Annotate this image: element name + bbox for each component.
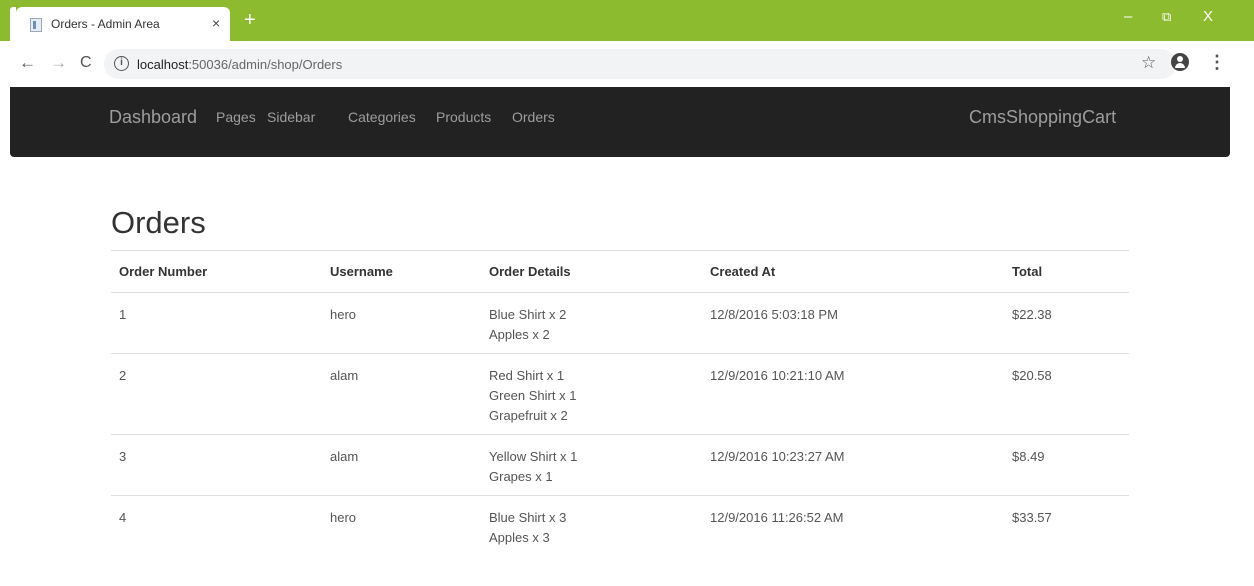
order-detail-line: Grapefruit x 2 — [489, 408, 568, 423]
order-number-cell: 4 — [111, 495, 322, 556]
nav-link-orders[interactable]: Orders — [512, 109, 555, 125]
nav-link-categories[interactable]: Categories — [348, 109, 416, 125]
kebab-menu-icon[interactable]: ⋮ — [1208, 52, 1226, 72]
site-navbar: Dashboard Pages Sidebar Categories Produ… — [10, 87, 1230, 157]
page-title: Orders — [111, 205, 206, 240]
nav-link-pages[interactable]: Pages — [216, 109, 256, 125]
order-detail-line: Grapes x 1 — [489, 469, 553, 484]
tab-close-icon[interactable]: × — [212, 16, 220, 30]
total-cell: $33.57 — [1004, 495, 1129, 556]
new-tab-button[interactable]: + — [244, 10, 256, 30]
header-order-number: Order Number — [111, 250, 322, 293]
order-detail-line: Blue Shirt x 2 — [489, 307, 567, 322]
header-created-at: Created At — [702, 250, 1004, 293]
username-cell: hero — [322, 292, 481, 354]
header-order-details: Order Details — [481, 250, 702, 293]
created-at-cell: 12/9/2016 10:21:10 AM — [702, 353, 1004, 435]
star-icon[interactable]: ☆ — [1141, 54, 1156, 72]
header-username: Username — [322, 250, 481, 293]
header-total: Total — [1004, 250, 1129, 293]
username-cell: alam — [322, 353, 481, 435]
reload-icon[interactable]: C — [80, 54, 92, 72]
browser-tab[interactable]: Orders - Admin Area × — [16, 7, 230, 41]
total-cell: $20.58 — [1004, 353, 1129, 435]
username-cell: alam — [322, 434, 481, 496]
table-header-row: Order Number Username Order Details Crea… — [111, 250, 1129, 293]
nav-link-products[interactable]: Products — [436, 109, 491, 125]
address-bar[interactable]: i localhost:50036/admin/shop/Orders — [104, 49, 1176, 79]
browser-toolbar: ← → C i localhost:50036/admin/shop/Order… — [0, 41, 1254, 87]
table-row: 2 alam Red Shirt x 1 Green Shirt x 1 Gra… — [111, 353, 1129, 435]
site-name-link[interactable]: CmsShoppingCart — [969, 107, 1116, 128]
page-favicon-icon — [30, 18, 42, 32]
url-path: :50036/admin/shop/Orders — [188, 57, 343, 72]
info-icon[interactable]: i — [114, 56, 129, 71]
order-detail-line: Yellow Shirt x 1 — [489, 449, 578, 464]
window-minimize-button[interactable]: – — [1124, 8, 1132, 26]
nav-link-sidebar[interactable]: Sidebar — [267, 109, 315, 125]
browser-titlebar: Orders - Admin Area × + – ⧉ X — [0, 0, 1254, 41]
table-row: 4 hero Blue Shirt x 3 Apples x 3 12/9/20… — [111, 495, 1129, 556]
order-details-cell: Blue Shirt x 3 Apples x 3 — [481, 495, 702, 556]
tab-title: Orders - Admin Area — [51, 17, 160, 31]
created-at-cell: 12/9/2016 11:26:52 AM — [702, 495, 1004, 556]
window-restore-button[interactable]: ⧉ — [1162, 8, 1171, 26]
window-close-button[interactable]: X — [1203, 8, 1213, 26]
order-details-cell: Blue Shirt x 2 Apples x 2 — [481, 292, 702, 354]
order-number-cell: 3 — [111, 434, 322, 496]
table-row: 3 alam Yellow Shirt x 1 Grapes x 1 12/9/… — [111, 434, 1129, 496]
order-detail-line: Red Shirt x 1 — [489, 368, 565, 383]
order-number-cell: 2 — [111, 353, 322, 435]
profile-icon[interactable] — [1171, 53, 1189, 71]
username-cell: hero — [322, 495, 481, 556]
order-details-cell: Yellow Shirt x 1 Grapes x 1 — [481, 434, 702, 496]
url-text[interactable]: localhost:50036/admin/shop/Orders — [137, 57, 342, 72]
back-arrow-icon[interactable]: ← — [19, 54, 36, 72]
order-detail-line: Apples x 3 — [489, 530, 550, 545]
table-row: 1 hero Blue Shirt x 2 Apples x 2 12/8/20… — [111, 292, 1129, 354]
created-at-cell: 12/8/2016 5:03:18 PM — [702, 292, 1004, 354]
created-at-cell: 12/9/2016 10:23:27 AM — [702, 434, 1004, 496]
forward-arrow-icon[interactable]: → — [50, 54, 67, 72]
orders-table: Order Number Username Order Details Crea… — [111, 250, 1129, 556]
order-detail-line: Apples x 2 — [489, 327, 550, 342]
order-detail-line: Green Shirt x 1 — [489, 388, 577, 403]
total-cell: $22.38 — [1004, 292, 1129, 354]
order-number-cell: 1 — [111, 292, 322, 354]
order-detail-line: Blue Shirt x 3 — [489, 510, 567, 525]
total-cell: $8.49 — [1004, 434, 1129, 496]
order-details-cell: Red Shirt x 1 Green Shirt x 1 Grapefruit… — [481, 353, 702, 435]
url-host: localhost — [137, 57, 189, 72]
